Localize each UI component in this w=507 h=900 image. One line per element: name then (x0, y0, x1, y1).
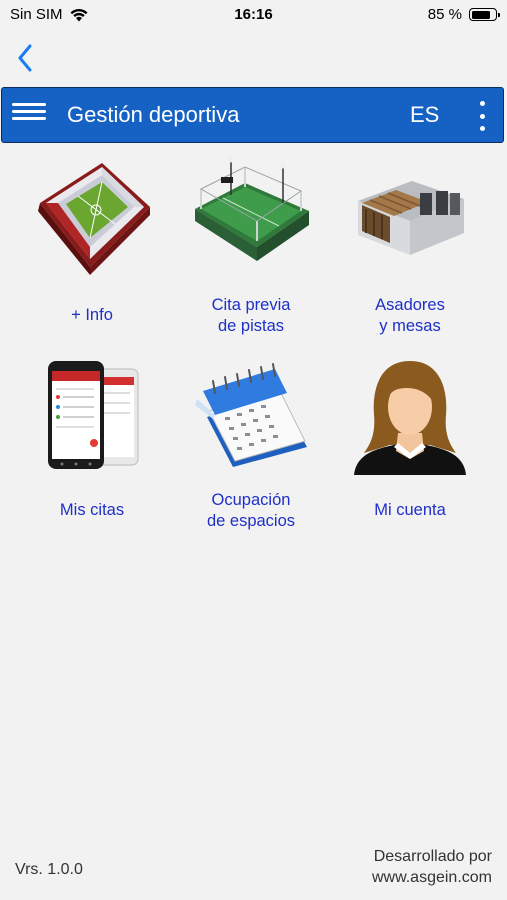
tile-space-occupancy[interactable]: Ocupación de espacios (171, 355, 331, 545)
developer-credits: Desarrollado por www.asgein.com (372, 846, 492, 888)
tile-info[interactable]: + Info (12, 155, 172, 345)
tile-label-my-account: Mi cuenta (374, 501, 446, 519)
developed-by-label: Desarrollado por (373, 848, 492, 865)
padel-court-icon (191, 155, 311, 275)
tile-label-court-booking: Cita previa de pistas (211, 296, 291, 335)
tile-my-appointments[interactable]: Mis citas (12, 355, 172, 545)
version-label: Vrs. 1.0.0 (15, 861, 83, 878)
tile-label-info: + Info (71, 306, 113, 324)
tile-my-account[interactable]: Mi cuenta (330, 355, 490, 545)
navigation-row (0, 38, 507, 78)
tile-barbecues[interactable]: Asadores y mesas (330, 155, 490, 345)
developer-website-link[interactable]: www.asgein.com (372, 867, 492, 888)
battery-fill (471, 10, 491, 19)
stadium-icon (32, 155, 152, 275)
status-bar: Sin SIM 16:16 85 % (0, 0, 507, 30)
chevron-left-icon (18, 44, 32, 72)
hamburger-menu-icon[interactable] (12, 100, 46, 130)
app-bar: Gestión deportiva ES (1, 87, 504, 143)
tile-label-space-occupancy: Ocupación de espacios (206, 491, 296, 530)
smartphone-app-icon (32, 355, 152, 475)
tile-court-booking[interactable]: Cita previa de pistas (171, 155, 331, 345)
calendar-icon (191, 355, 311, 475)
user-avatar-icon (350, 355, 470, 475)
page-title: Gestión deportiva (67, 102, 240, 127)
battery-cap (498, 12, 500, 17)
battery-percent: 85 % (427, 6, 462, 23)
barbecue-building-icon (350, 155, 470, 275)
tile-label-barbecues: Asadores y mesas (375, 296, 445, 335)
tile-label-my-appointments: Mis citas (59, 501, 125, 519)
more-vertical-icon[interactable] (472, 101, 492, 131)
back-button[interactable] (8, 41, 42, 75)
language-selector[interactable]: ES (410, 102, 439, 128)
battery-icon (469, 8, 500, 21)
battery-indicator: 85 % (427, 6, 500, 23)
